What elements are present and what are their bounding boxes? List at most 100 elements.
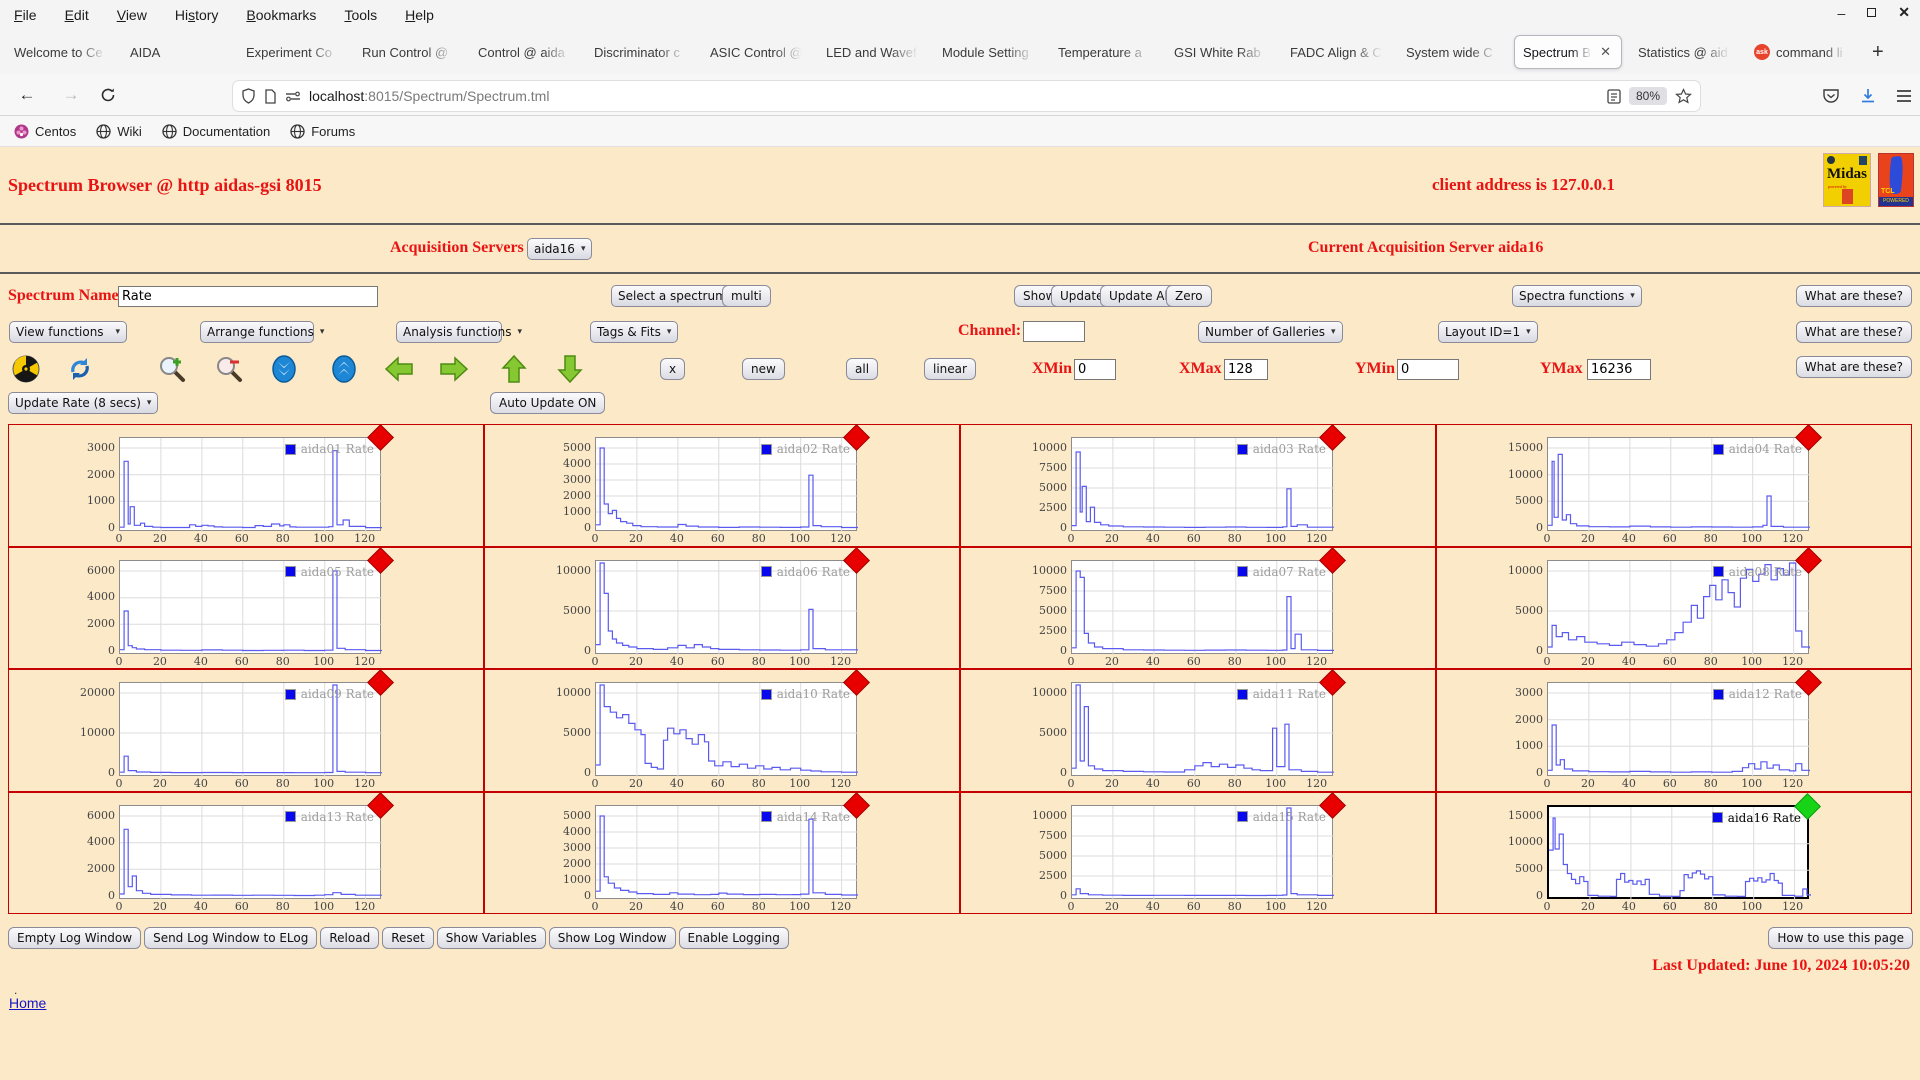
bookmark-centos[interactable]: Centos bbox=[14, 124, 76, 139]
spectrum-cell-aida08[interactable]: 1000050000aida08 Rate020406080100120 bbox=[1437, 548, 1911, 669]
update-rate-dropdown[interactable]: Update Rate (8 secs)▾ bbox=[8, 392, 158, 414]
tab-system-wide-c[interactable]: System wide C bbox=[1398, 35, 1506, 69]
plot-aida02[interactable]: aida02 Rate bbox=[595, 437, 857, 531]
menu-edit[interactable]: Edit bbox=[65, 7, 89, 23]
tab-spectrum-br[interactable]: Spectrum Br✕ bbox=[1514, 35, 1622, 69]
tags-fits-dropdown[interactable]: Tags & Fits▾ bbox=[590, 321, 678, 343]
reload-button[interactable]: Reload bbox=[320, 927, 379, 949]
tab-experiment-co[interactable]: Experiment Co bbox=[238, 35, 346, 69]
zoom-level-badge[interactable]: 80% bbox=[1629, 87, 1667, 105]
window-maximize-button[interactable] bbox=[1867, 8, 1876, 17]
tab-aida[interactable]: AIDA bbox=[122, 35, 230, 69]
how-to-use-button[interactable]: How to use this page bbox=[1768, 927, 1913, 949]
plot-aida04[interactable]: aida04 Rate bbox=[1547, 437, 1809, 531]
spectra-functions-dropdown[interactable]: Spectra functions▾ bbox=[1512, 285, 1642, 307]
spectrum-cell-aida11[interactable]: 1000050000aida11 Rate020406080100120 bbox=[961, 670, 1435, 791]
xmax-input[interactable] bbox=[1224, 359, 1268, 380]
show-log-window-button[interactable]: Show Log Window bbox=[549, 927, 676, 949]
empty-log-window-button[interactable]: Empty Log Window bbox=[8, 927, 141, 949]
plot-aida16[interactable]: aida16 Rate bbox=[1547, 805, 1809, 899]
zoom-out-icon[interactable] bbox=[215, 355, 243, 383]
tab-close-icon[interactable]: ✕ bbox=[1598, 44, 1613, 60]
window-close-button[interactable]: ✕ bbox=[1898, 4, 1910, 21]
page-icon[interactable] bbox=[264, 89, 277, 104]
reader-view-icon[interactable] bbox=[1607, 89, 1621, 104]
plot-aida03[interactable]: aida03 Rate bbox=[1071, 437, 1333, 531]
spectrum-cell-aida09[interactable]: 20000100000aida09 Rate020406080100120 bbox=[9, 670, 483, 791]
all-button[interactable]: all bbox=[846, 358, 878, 380]
scroll-down-icon[interactable] bbox=[270, 355, 298, 383]
number-of-galleries-dropdown[interactable]: Number of Galleries▾ bbox=[1198, 321, 1343, 343]
back-button[interactable]: ← bbox=[12, 85, 42, 105]
bookmark-forums[interactable]: Forums bbox=[290, 124, 355, 139]
plot-aida09[interactable]: aida09 Rate bbox=[119, 682, 381, 776]
radioactive-icon[interactable] bbox=[12, 355, 40, 383]
pocket-icon[interactable] bbox=[1822, 88, 1840, 104]
window-minimize-button[interactable]: – bbox=[1837, 5, 1845, 21]
menu-view[interactable]: View bbox=[117, 7, 147, 23]
plot-aida06[interactable]: aida06 Rate bbox=[595, 560, 857, 654]
menu-help[interactable]: Help bbox=[405, 7, 434, 23]
tab-statistics-aid[interactable]: Statistics @ aid bbox=[1630, 35, 1738, 69]
spectrum-cell-aida04[interactable]: 150001000050000aida04 Rate02040608010012… bbox=[1437, 425, 1911, 546]
xmin-input[interactable] bbox=[1074, 359, 1116, 380]
menu-tools[interactable]: Tools bbox=[344, 7, 377, 23]
new-tab-button[interactable]: + bbox=[1862, 41, 1894, 64]
menu-bookmarks[interactable]: Bookmarks bbox=[246, 7, 316, 23]
bookmark-documentation[interactable]: Documentation bbox=[162, 124, 270, 139]
plot-aida15[interactable]: aida15 Rate bbox=[1071, 805, 1333, 899]
arrow-right-icon[interactable] bbox=[440, 355, 468, 383]
spectrum-cell-aida03[interactable]: 100007500500025000aida03 Rate02040608010… bbox=[961, 425, 1435, 546]
tab-control-aida[interactable]: Control @ aida bbox=[470, 35, 578, 69]
plot-aida07[interactable]: aida07 Rate bbox=[1071, 560, 1333, 654]
plot-aida08[interactable]: aida08 Rate bbox=[1547, 560, 1809, 654]
download-icon[interactable] bbox=[1860, 88, 1876, 104]
spectrum-cell-aida13[interactable]: 6000400020000aida13 Rate020406080100120 bbox=[9, 793, 483, 914]
spectrum-cell-aida05[interactable]: 6000400020000aida05 Rate020406080100120 bbox=[9, 548, 483, 669]
menu-hamburger-icon[interactable] bbox=[1896, 89, 1912, 103]
what-are-these-button-3[interactable]: What are these? bbox=[1796, 356, 1912, 378]
forward-button[interactable]: → bbox=[56, 85, 86, 105]
new-button[interactable]: new bbox=[742, 358, 785, 380]
spectrum-cell-aida10[interactable]: 1000050000aida10 Rate020406080100120 bbox=[485, 670, 959, 791]
linear-button[interactable]: linear bbox=[924, 358, 976, 380]
tab-module-setting[interactable]: Module Setting bbox=[934, 35, 1042, 69]
plot-aida14[interactable]: aida14 Rate bbox=[595, 805, 857, 899]
permissions-icon[interactable] bbox=[285, 90, 301, 102]
send-log-window-to-elog-button[interactable]: Send Log Window to ELog bbox=[144, 927, 317, 949]
tab-asic-control-[interactable]: ASIC Control @ bbox=[702, 35, 810, 69]
tab-fadc-align-c[interactable]: FADC Align & C bbox=[1282, 35, 1390, 69]
ymax-input[interactable] bbox=[1587, 359, 1651, 380]
arrow-down-icon[interactable] bbox=[556, 355, 584, 383]
spectrum-cell-aida12[interactable]: 3000200010000aida12 Rate020406080100120 bbox=[1437, 670, 1911, 791]
spectrum-name-input[interactable] bbox=[118, 286, 378, 307]
plot-aida11[interactable]: aida11 Rate bbox=[1071, 682, 1333, 776]
tab-temperature-a[interactable]: Temperature a bbox=[1050, 35, 1158, 69]
spectrum-cell-aida01[interactable]: 3000200010000aida01 Rate020406080100120 bbox=[9, 425, 483, 546]
view-functions-dropdown[interactable]: View functions▾ bbox=[9, 321, 127, 343]
spectrum-cell-aida02[interactable]: 500040003000200010000aida02 Rate02040608… bbox=[485, 425, 959, 546]
arrow-up-icon[interactable] bbox=[500, 355, 528, 383]
tcl-powered-logo-icon[interactable]: TCLPOWERED bbox=[1878, 153, 1914, 207]
bookmark-star-icon[interactable] bbox=[1675, 88, 1692, 105]
auto-update-button[interactable]: Auto Update ON bbox=[490, 392, 605, 414]
tab-welcome-to-ce[interactable]: Welcome to Ce bbox=[6, 35, 114, 69]
spectrum-cell-aida07[interactable]: 100007500500025000aida07 Rate02040608010… bbox=[961, 548, 1435, 669]
bookmark-wiki[interactable]: Wiki bbox=[96, 124, 142, 139]
tab-discriminator-c[interactable]: Discriminator c bbox=[586, 35, 694, 69]
plot-aida10[interactable]: aida10 Rate bbox=[595, 682, 857, 776]
spectrum-cell-aida15[interactable]: 100007500500025000aida15 Rate02040608010… bbox=[961, 793, 1435, 914]
reload-button[interactable] bbox=[100, 87, 130, 103]
multi-button[interactable]: multi bbox=[722, 285, 771, 307]
plot-aida13[interactable]: aida13 Rate bbox=[119, 805, 381, 899]
plot-aida01[interactable]: aida01 Rate bbox=[119, 437, 381, 531]
channel-input[interactable] bbox=[1023, 321, 1085, 342]
acquisition-server-select[interactable]: aida16▾ bbox=[527, 238, 592, 260]
refresh-icon[interactable] bbox=[66, 355, 94, 383]
url-text[interactable]: localhost:8015/Spectrum/Spectrum.tml bbox=[309, 88, 1599, 104]
scroll-up-icon[interactable] bbox=[330, 355, 358, 383]
analysis-functions-dropdown[interactable]: Analysis functions▾ bbox=[396, 321, 502, 343]
tab-led-and-wavef[interactable]: LED and Wavef bbox=[818, 35, 926, 69]
plot-aida12[interactable]: aida12 Rate bbox=[1547, 682, 1809, 776]
reset-button[interactable]: Reset bbox=[382, 927, 434, 949]
